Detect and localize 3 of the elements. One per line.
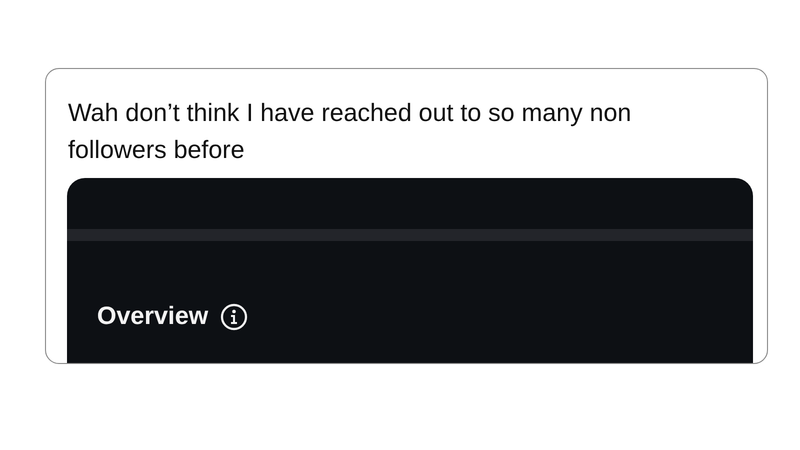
overview-heading: Overview <box>97 301 208 332</box>
info-icon <box>220 302 248 331</box>
tweet-text: Wah don’t think I have reached out to so many non followers before <box>68 98 632 166</box>
